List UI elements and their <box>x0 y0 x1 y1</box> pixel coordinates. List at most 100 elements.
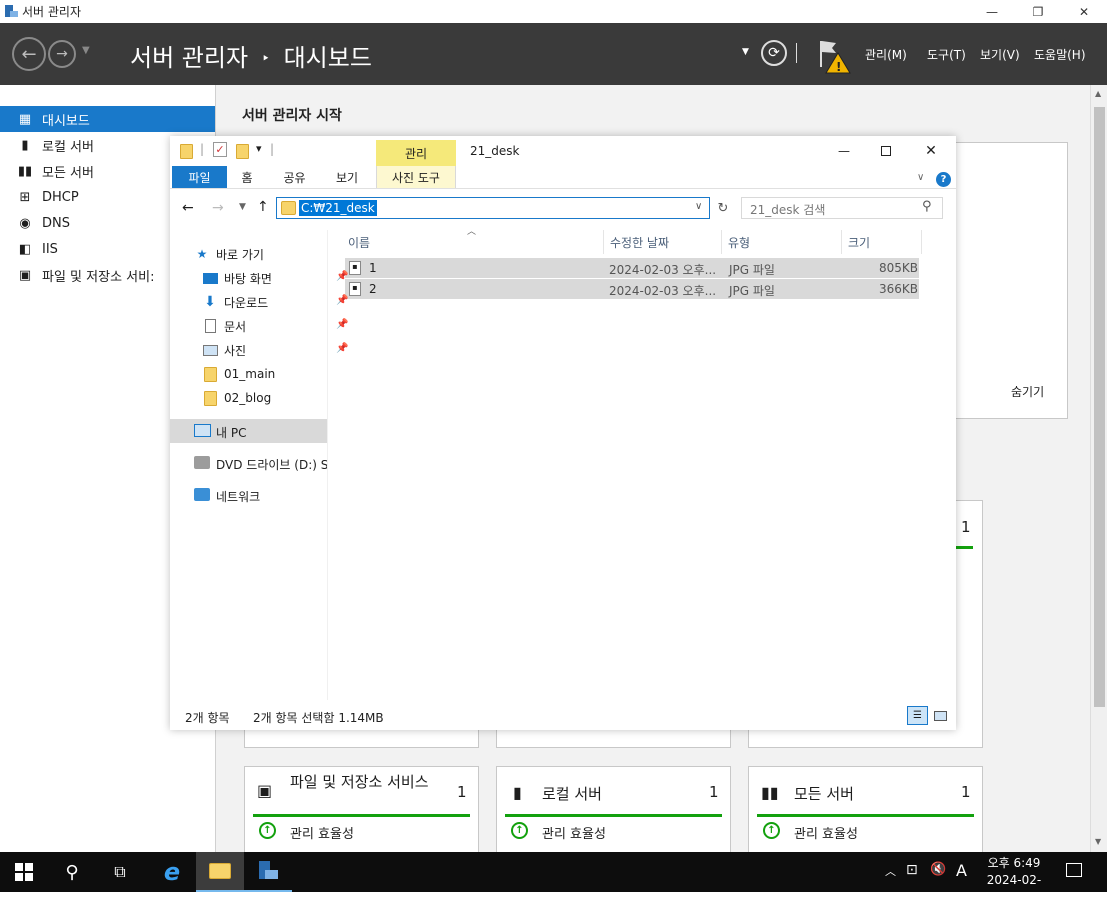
servers-icon: ▮▮ <box>17 163 33 179</box>
refresh-icon[interactable]: ↻ <box>714 197 732 219</box>
tile-subtitle[interactable]: 관리 효율성 <box>290 823 354 842</box>
sidebar-item-label: 로컬 서버 <box>42 139 94 155</box>
sidebar-item-label: DNS <box>42 215 70 231</box>
close-button[interactable]: ✕ <box>1061 0 1107 23</box>
window-titlebar: 서버 관리자 — ❐ ✕ <box>0 0 1107 23</box>
search-input[interactable]: 21_desk 검색 <box>750 201 825 218</box>
file-date: 2024-02-03 오후... <box>609 263 717 277</box>
separator <box>796 43 797 63</box>
sidebar-item-dashboard[interactable]: ▦ 대시보드 <box>0 106 215 132</box>
scrollbar-thumb[interactable] <box>1094 107 1105 707</box>
tile-subtitle[interactable]: 관리 효율성 <box>542 823 606 842</box>
properties-icon[interactable]: ✓ <box>213 142 227 157</box>
minimize-button[interactable]: — <box>969 0 1015 23</box>
explorer-maximize-button[interactable] <box>866 138 906 164</box>
help-icon[interactable]: ? <box>936 172 951 187</box>
file-explorer-window: | ✓ ▾ | 관리 21_desk — ✕ 파일 홈 공유 보기 사진 도구 … <box>170 136 956 730</box>
tile-local-server[interactable]: ▮ 로컬 서버 1 ↑ 관리 효율성 <box>496 766 731 856</box>
document-icon <box>202 319 218 333</box>
file-row[interactable]: ▪ 2 2024-02-03 오후... JPG 파일 366KB <box>345 279 919 299</box>
system-clock[interactable]: 오후 6:49 2024-02-03 <box>980 855 1048 906</box>
status-selection: 2개 항목 선택함 1.14MB <box>253 711 384 725</box>
expand-ribbon-icon[interactable]: ∨ <box>917 172 924 183</box>
back-button[interactable]: ← <box>12 37 46 71</box>
back-arrow-icon[interactable]: ← <box>182 200 194 216</box>
vertical-scrollbar[interactable]: ▲ ▼ <box>1090 85 1107 852</box>
action-center-icon[interactable] <box>1066 863 1082 877</box>
separator: | <box>200 142 205 156</box>
new-folder-icon[interactable] <box>236 144 249 159</box>
forward-button[interactable]: → <box>48 40 76 68</box>
tab-home[interactable]: 홈 <box>227 166 267 188</box>
breadcrumb-page: 대시보드 <box>283 44 372 72</box>
menu-view[interactable]: 보기(V) <box>980 46 1020 63</box>
forward-arrow-icon[interactable]: → <box>212 200 224 216</box>
quick-access-dropdown-icon[interactable]: ▾ <box>256 142 262 155</box>
menu-manage[interactable]: 관리(M) <box>865 46 907 63</box>
scroll-up-icon[interactable]: ▲ <box>1095 89 1101 98</box>
download-icon: ⬇ <box>204 294 216 310</box>
pane-divider <box>327 230 328 700</box>
explorer-close-button[interactable]: ✕ <box>910 138 952 164</box>
address-dropdown-icon[interactable]: ∨ <box>695 201 702 212</box>
column-header-size[interactable]: 크기 <box>842 230 922 254</box>
arrow-right-icon: → <box>56 46 68 62</box>
status-up-icon: ↑ <box>511 822 528 839</box>
network-status-icon[interactable]: ⊡ <box>906 862 918 878</box>
menu-tools[interactable]: 도구(T) <box>927 46 966 63</box>
internet-explorer-button[interactable]: e <box>148 852 196 892</box>
svg-text:!: ! <box>836 60 841 74</box>
notification-flag-icon[interactable]: ! <box>818 37 852 78</box>
column-header-date[interactable]: 수정한 날짜 <box>604 230 722 254</box>
tree-label: DVD 드라이브 (D:) S <box>216 458 327 472</box>
computer-icon <box>194 424 211 437</box>
tile-subtitle[interactable]: 관리 효율성 <box>794 823 858 842</box>
tree-item-network[interactable]: 네트워크 <box>170 483 327 507</box>
search-box[interactable]: 21_desk 검색 ⚲ <box>741 197 943 219</box>
tree-label: 문서 <box>224 319 247 334</box>
volume-muted-icon[interactable]: 🔇 <box>930 862 946 877</box>
tile-count: 1 <box>961 518 971 536</box>
tree-item-dvd-drive[interactable]: DVD 드라이브 (D:) S <box>170 451 327 475</box>
restore-button[interactable]: ❐ <box>1015 0 1061 23</box>
show-hidden-icons-icon[interactable]: ︿ <box>885 863 896 879</box>
dropdown-icon[interactable]: ▼ <box>742 47 749 57</box>
column-header-type[interactable]: 유형 <box>722 230 842 254</box>
input-method-indicator[interactable]: A <box>956 861 967 880</box>
tab-share[interactable]: 공유 <box>267 166 322 188</box>
tab-picture-tools[interactable]: 사진 도구 <box>376 166 456 188</box>
file-type: JPG 파일 <box>729 263 775 277</box>
address-path[interactable]: C:₩21_desk <box>299 200 377 216</box>
search-button[interactable]: ⚲ <box>48 852 96 892</box>
search-icon[interactable]: ⚲ <box>922 199 932 214</box>
tree-item-this-pc[interactable]: 내 PC <box>170 419 327 443</box>
file-row[interactable]: ▪ 1 2024-02-03 오후... JPG 파일 805KB <box>345 258 919 278</box>
menu-help[interactable]: 도움말(H) <box>1034 46 1086 63</box>
address-bar[interactable]: C:₩21_desk ∨ <box>276 197 710 219</box>
task-view-button[interactable]: ⧉ <box>96 852 144 892</box>
server-manager-taskbar-button[interactable] <box>244 852 292 892</box>
large-icons-view-icon[interactable] <box>931 706 950 725</box>
history-dropdown-icon[interactable]: ▼ <box>82 45 90 56</box>
tab-view[interactable]: 보기 <box>322 166 372 188</box>
file-explorer-taskbar-button[interactable] <box>196 852 244 892</box>
hide-link[interactable]: 숨기기 <box>1011 383 1044 400</box>
start-button[interactable] <box>0 852 48 892</box>
tile-all-servers[interactable]: ▮▮ 모든 서버 1 ↑ 관리 효율성 <box>748 766 983 856</box>
explorer-minimize-button[interactable]: — <box>824 138 864 164</box>
refresh-icon[interactable]: ⟳ <box>761 40 787 66</box>
desktop-icon <box>202 271 218 285</box>
tile-count: 1 <box>709 783 719 801</box>
up-arrow-icon[interactable]: ↑ <box>257 199 269 215</box>
recent-locations-icon[interactable]: ▼ <box>239 202 246 212</box>
contextual-tab-header: 관리 <box>376 140 456 166</box>
column-header-name[interactable]: 이름 <box>342 230 604 254</box>
scroll-down-icon[interactable]: ▼ <box>1095 837 1101 846</box>
tab-file[interactable]: 파일 <box>172 166 227 188</box>
tile-file-storage[interactable]: ▣ 파일 및 저장소 서비스 1 ↑ 관리 효율성 <box>244 766 479 856</box>
details-view-icon[interactable]: ☰ <box>907 706 928 725</box>
file-size: 366KB <box>879 282 919 296</box>
server-icon: ▮ <box>513 783 522 802</box>
separator: | <box>270 142 275 156</box>
arrow-left-icon: ← <box>21 43 37 65</box>
